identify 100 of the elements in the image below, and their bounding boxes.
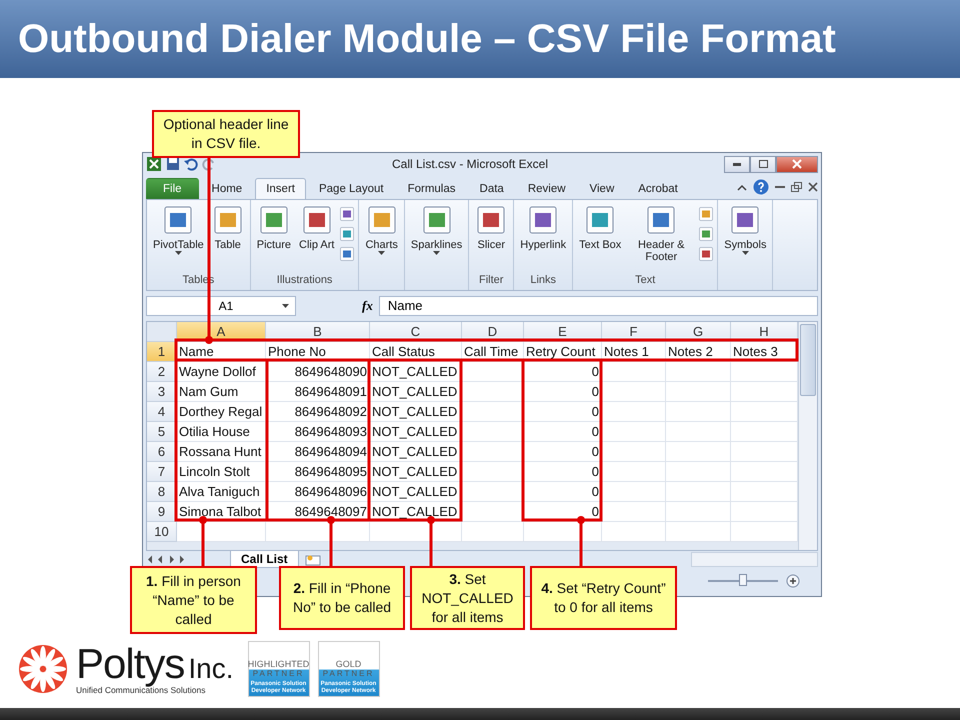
leader-line bbox=[199, 516, 207, 566]
undo-icon[interactable] bbox=[184, 157, 198, 171]
ribbon-tab[interactable]: File bbox=[146, 178, 199, 199]
table-cell: Call Status bbox=[370, 342, 462, 362]
ribbon-tab[interactable]: Insert bbox=[255, 178, 306, 199]
table-cell bbox=[602, 502, 666, 522]
close-icon bbox=[792, 159, 802, 169]
table-cell bbox=[666, 462, 731, 482]
document-icon bbox=[212, 204, 244, 236]
row-header[interactable]: 7 bbox=[147, 462, 177, 482]
help-icon[interactable] bbox=[753, 179, 769, 195]
callout-note: 1. Fill in person “Name” to be called bbox=[130, 566, 257, 634]
row-header[interactable]: 1 bbox=[147, 342, 177, 362]
callout-note: 3. Set NOT_CALLED for all items bbox=[410, 566, 525, 630]
name-box[interactable]: A1 bbox=[146, 296, 296, 316]
group-label: Text bbox=[634, 274, 656, 288]
spreadsheet-app-icon[interactable] bbox=[146, 156, 162, 172]
table-cell bbox=[602, 382, 666, 402]
save-icon[interactable] bbox=[166, 157, 180, 171]
insert-function-button[interactable]: fx bbox=[362, 298, 373, 314]
ribbon-tab[interactable]: Page Layout bbox=[308, 178, 395, 199]
document-icon bbox=[300, 204, 333, 236]
minimize-icon[interactable] bbox=[775, 185, 785, 189]
table-cell: 0 bbox=[524, 442, 602, 462]
redo-icon[interactable] bbox=[202, 157, 216, 171]
row-header[interactable]: 3 bbox=[147, 382, 177, 402]
caret-icon bbox=[433, 251, 440, 255]
row-header[interactable]: 10 bbox=[147, 522, 177, 542]
table-cell: NOT_CALLED bbox=[370, 462, 462, 482]
close-button[interactable] bbox=[776, 156, 818, 172]
ribbon-button[interactable]: Table bbox=[208, 202, 247, 274]
ribbon-button[interactable]: Clip Art bbox=[296, 202, 338, 274]
row-header[interactable]: 6 bbox=[147, 442, 177, 462]
vertical-scrollbar[interactable] bbox=[798, 322, 817, 550]
small-ribbon-button[interactable] bbox=[698, 246, 714, 262]
small-ribbon-button[interactable] bbox=[339, 246, 356, 262]
row-header[interactable]: 5 bbox=[147, 422, 177, 442]
ribbon-tab[interactable]: Acrobat bbox=[627, 178, 689, 199]
ribbon-button[interactable]: PivotTable bbox=[150, 202, 207, 274]
small-ribbon-button[interactable] bbox=[339, 206, 356, 222]
restore-icon[interactable] bbox=[791, 182, 802, 192]
zoom-in-icon[interactable] bbox=[786, 574, 800, 588]
new-sheet-icon[interactable] bbox=[304, 554, 321, 566]
document-icon bbox=[729, 204, 762, 236]
callout-note: Optional header line in CSV file. bbox=[152, 110, 300, 158]
horizontal-scrollbar[interactable] bbox=[691, 552, 818, 567]
table-cell: Rossana Hunt bbox=[177, 442, 266, 462]
table-cell: 0 bbox=[524, 362, 602, 382]
row-header[interactable]: 8 bbox=[147, 482, 177, 502]
table-cell: NOT_CALLED bbox=[370, 362, 462, 382]
table-cell bbox=[666, 482, 731, 502]
ribbon-button[interactable]: Charts bbox=[362, 202, 401, 274]
ribbon-button[interactable]: Sparklines bbox=[408, 202, 466, 274]
formula-field[interactable]: Name bbox=[378, 296, 818, 316]
ribbon-button[interactable]: Text Box bbox=[576, 202, 624, 274]
table-cell bbox=[666, 362, 731, 382]
table-cell bbox=[666, 502, 731, 522]
ribbon-tab[interactable]: Review bbox=[516, 178, 577, 199]
flower-logo-icon bbox=[18, 644, 68, 694]
table-cell: 8649648096 bbox=[266, 482, 370, 502]
document-icon bbox=[339, 226, 356, 242]
ribbon-button[interactable]: Picture bbox=[254, 202, 294, 274]
ribbon-tab[interactable]: Formulas bbox=[396, 178, 467, 199]
table-cell: 0 bbox=[524, 462, 602, 482]
table-cell: 8649648092 bbox=[266, 402, 370, 422]
close-icon[interactable] bbox=[808, 182, 818, 192]
table-cell: NOT_CALLED bbox=[370, 422, 462, 442]
ribbon-tab[interactable]: Home bbox=[200, 178, 254, 199]
ribbon-tab[interactable]: View bbox=[578, 178, 626, 199]
sheet-tab[interactable]: Call List bbox=[230, 551, 299, 568]
sheet-navigation-icon[interactable] bbox=[146, 555, 186, 564]
table-cell bbox=[666, 422, 731, 442]
document-icon bbox=[162, 204, 194, 236]
leader-line bbox=[577, 516, 585, 566]
ribbon-button[interactable]: Header & Footer bbox=[626, 202, 696, 274]
small-ribbon-button[interactable] bbox=[698, 226, 714, 242]
table-cell: NOT_CALLED bbox=[370, 442, 462, 462]
collapse-ribbon-icon[interactable] bbox=[737, 184, 747, 190]
row-header[interactable]: 9 bbox=[147, 502, 177, 522]
table-cell: Wayne Dollof bbox=[177, 362, 266, 382]
ribbon-button[interactable]: Symbols bbox=[721, 202, 770, 274]
minimize-button[interactable] bbox=[724, 156, 750, 172]
document-icon bbox=[420, 204, 453, 236]
ribbon-button[interactable]: Slicer bbox=[472, 202, 510, 274]
row-header[interactable]: 4 bbox=[147, 402, 177, 422]
table-cell: Otilia House bbox=[177, 422, 266, 442]
table-cell: 8649648090 bbox=[266, 362, 370, 382]
table-cell bbox=[602, 482, 666, 502]
caret-icon bbox=[174, 251, 182, 255]
restore-button[interactable] bbox=[750, 156, 776, 172]
group-label: Filter bbox=[478, 274, 504, 288]
document-icon bbox=[258, 204, 290, 236]
small-ribbon-button[interactable] bbox=[339, 226, 356, 242]
row-header[interactable]: 2 bbox=[147, 362, 177, 382]
tagline: Unified Communications Solutions bbox=[76, 685, 206, 695]
document-icon bbox=[475, 204, 508, 236]
ribbon-button[interactable]: Hyperlink bbox=[517, 202, 570, 274]
document-icon bbox=[527, 204, 560, 236]
ribbon-tab[interactable]: Data bbox=[468, 178, 515, 199]
caret-icon bbox=[282, 304, 289, 308]
